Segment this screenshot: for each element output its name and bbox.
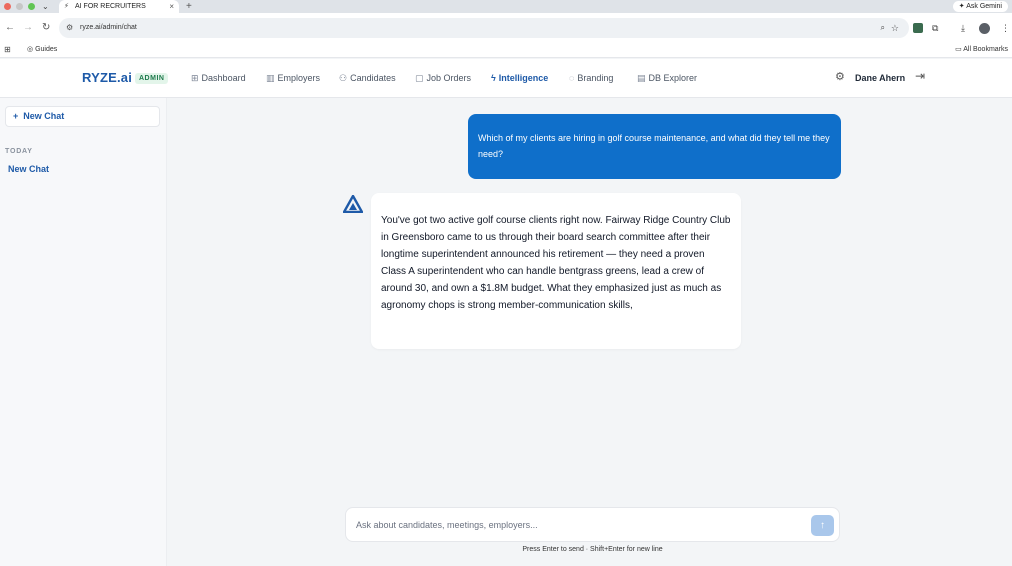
extension-icon[interactable]: [913, 23, 923, 33]
nav-job-orders[interactable]: ▢ Job Orders: [415, 71, 471, 85]
browser-menu-icon[interactable]: ⋮: [1001, 22, 1010, 34]
nav-intelligence-label: Intelligence: [498, 73, 549, 83]
arrow-up-icon: ↑: [820, 520, 825, 531]
nav-db-explorer[interactable]: ▤ DB Explorer: [637, 71, 697, 85]
nav-employers[interactable]: ▥ Employers: [266, 71, 320, 85]
apps-grid-icon[interactable]: ⊞: [4, 43, 11, 57]
nav-db-explorer-label: DB Explorer: [648, 73, 698, 83]
admin-badge: ADMIN: [135, 73, 169, 84]
nav-branding-label: Branding: [577, 73, 614, 83]
users-icon: ⚇: [339, 73, 348, 83]
nav-candidates[interactable]: ⚇ Candidates: [339, 71, 396, 85]
nav-job-orders-label: Job Orders: [426, 73, 472, 83]
sidebar-section-today: TODAY: [5, 148, 33, 155]
building-icon: ▥: [266, 73, 275, 83]
user-message-bubble: Which of my clients are hiring in golf c…: [468, 114, 841, 179]
ryze-assistant-logo-icon: [343, 195, 363, 213]
download-icon[interactable]: ⤓: [961, 22, 965, 34]
bookmarks-bar: ⊞ ◎ Guides ▭ All Bookmarks: [0, 43, 1012, 58]
nav-candidates-label: Candidates: [350, 73, 396, 83]
logout-icon[interactable]: ⇥: [915, 69, 925, 83]
lightning-icon: ϟ: [491, 73, 496, 83]
plus-icon: +: [13, 111, 19, 121]
address-bar[interactable]: ⚙ ryze.ai/admin/chat ⌕ ☆: [59, 18, 909, 38]
back-arrow-icon[interactable]: ←: [5, 21, 15, 35]
ask-gemini-label: Ask Gemini: [966, 3, 1002, 10]
browser-toolbar: ← → ↻ ⚙ ryze.ai/admin/chat ⌕ ☆ ⧉ ⤓ ⋮: [0, 13, 1012, 43]
browser-tab-bar: ⌄ ⚡ AI FOR RECRUITERS × + ✦ Ask Gemini: [0, 0, 1012, 13]
settings-gear-icon[interactable]: ⚙: [835, 70, 845, 83]
app-logo[interactable]: RYZE.ai: [82, 70, 132, 85]
nav-intelligence[interactable]: ϟ Intelligence: [491, 71, 548, 85]
new-tab-button[interactable]: +: [186, 0, 192, 13]
composer-hint: Press Enter to send · Shift+Enter for ne…: [522, 546, 663, 553]
sidebar-chat-item[interactable]: New Chat: [8, 164, 49, 174]
browser-tab-active[interactable]: ⚡ AI FOR RECRUITERS ×: [59, 0, 179, 13]
tab-close-icon[interactable]: ×: [169, 0, 174, 13]
nav-employers-label: Employers: [277, 73, 321, 83]
reload-icon[interactable]: ↻: [42, 21, 50, 35]
chat-sidebar: + New Chat TODAY New Chat: [0, 98, 167, 566]
bookmark-guides[interactable]: ◎ Guides: [27, 43, 57, 57]
grid-icon: ⊞: [191, 73, 199, 83]
close-window-button[interactable]: [4, 3, 11, 10]
all-bookmarks-label: All Bookmarks: [963, 46, 1008, 53]
new-chat-button-label: New Chat: [23, 111, 65, 121]
chat-composer: ↑: [345, 507, 840, 542]
profile-avatar-icon[interactable]: [979, 23, 990, 34]
chat-input[interactable]: [356, 517, 806, 533]
nav-dashboard[interactable]: ⊞ Dashboard: [191, 71, 246, 85]
palette-icon: ◌: [569, 73, 575, 83]
forward-arrow-icon[interactable]: →: [23, 21, 33, 35]
favicon-icon: ⚡: [64, 3, 69, 10]
user-name: Dane Ahern: [855, 73, 906, 83]
minimize-window-button[interactable]: [16, 3, 23, 10]
send-button[interactable]: ↑: [811, 515, 834, 536]
nav-branding[interactable]: ◌ Branding: [569, 71, 613, 85]
assistant-message-bubble: You've got two active golf course client…: [371, 193, 741, 349]
app-header: RYZE.ai ADMIN ⊞ Dashboard ▥ Employers ⚇ Can…: [0, 59, 1012, 98]
database-icon: ▤: [637, 73, 646, 83]
browser-tab-title: AI FOR RECRUITERS: [75, 3, 146, 10]
briefcase-icon: ▢: [415, 73, 424, 83]
bookmark-guides-label: Guides: [35, 46, 58, 53]
maximize-window-button[interactable]: [28, 3, 35, 10]
site-info-icon[interactable]: ⚙: [66, 18, 73, 38]
all-bookmarks[interactable]: ▭ All Bookmarks: [955, 43, 1008, 57]
bookmark-star-icon[interactable]: ☆: [891, 18, 899, 38]
nav-dashboard-label: Dashboard: [201, 73, 246, 83]
zoom-icon[interactable]: ⌕: [881, 18, 885, 38]
url-text[interactable]: ryze.ai/admin/chat: [80, 18, 137, 38]
tab-list-chevron-icon[interactable]: ⌄: [42, 0, 49, 13]
new-chat-button[interactable]: + New Chat: [5, 106, 160, 127]
ask-gemini-button[interactable]: ✦ Ask Gemini: [952, 1, 1008, 12]
extensions-puzzle-icon[interactable]: ⧉: [932, 22, 938, 34]
